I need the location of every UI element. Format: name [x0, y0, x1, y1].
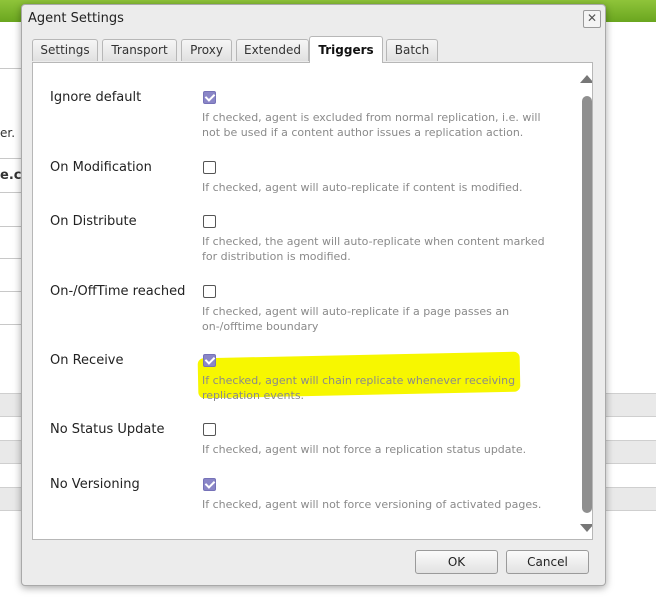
- description-line: for distribution is modified.: [202, 250, 351, 263]
- tab-label: Proxy: [190, 43, 223, 57]
- ignore-default-checkbox[interactable]: [203, 91, 216, 104]
- description-line: If checked, agent will not force a repli…: [202, 443, 527, 456]
- trigger-label: On Receive: [50, 353, 124, 368]
- scrollbar-thumb[interactable]: [582, 96, 592, 513]
- description-line: replication events.: [202, 389, 305, 402]
- dialog-title: Agent Settings: [28, 11, 124, 26]
- tab-transport[interactable]: Transport: [102, 39, 177, 61]
- on-modification-checkbox[interactable]: [203, 161, 216, 174]
- no-versioning-checkbox[interactable]: [203, 478, 216, 491]
- trigger-label: On Modification: [50, 160, 152, 175]
- description-line: If checked, agent is excluded from norma…: [202, 111, 541, 124]
- on-offtime-reached-checkbox[interactable]: [203, 285, 216, 298]
- trigger-label: No Status Update: [50, 422, 165, 437]
- tab-label: Extended: [244, 43, 301, 57]
- cancel-button[interactable]: Cancel: [506, 550, 589, 574]
- no-status-update-checkbox[interactable]: [203, 423, 216, 436]
- agent-settings-dialog: Agent Settings ✕ Settings Transport Prox…: [21, 4, 606, 586]
- close-icon: ✕: [586, 11, 598, 25]
- trigger-label: On Distribute: [50, 214, 137, 229]
- description-line: If checked, agent will not force version…: [202, 498, 542, 511]
- tab-label: Triggers: [318, 43, 374, 57]
- trigger-description: If checked, agent will auto-replicate if…: [202, 180, 552, 195]
- description-line: If checked, the agent will auto-replicat…: [202, 235, 545, 248]
- description-line: If checked, agent will chain replicate w…: [202, 374, 516, 387]
- tab-extended[interactable]: Extended: [236, 39, 309, 61]
- scroll-up-arrow-icon[interactable]: [580, 75, 592, 83]
- trigger-description: If checked, agent is excluded from norma…: [202, 110, 552, 140]
- trigger-description: If checked, the agent will auto-replicat…: [202, 234, 552, 264]
- trigger-description: If checked, agent will not force version…: [202, 497, 552, 512]
- tab-label: Transport: [111, 43, 168, 57]
- tab-label: Batch: [394, 43, 430, 57]
- description-line: not be used if a content author issues a…: [202, 126, 524, 139]
- tab-proxy[interactable]: Proxy: [181, 39, 232, 61]
- scroll-down-arrow-icon[interactable]: [580, 524, 592, 532]
- trigger-label: No Versioning: [50, 477, 140, 492]
- description-line: If checked, agent will auto-replicate if…: [202, 305, 510, 318]
- ok-button[interactable]: OK: [415, 550, 498, 574]
- trigger-label: Ignore default: [50, 90, 142, 105]
- trigger-description: If checked, agent will not force a repli…: [202, 442, 552, 457]
- close-button[interactable]: ✕: [583, 10, 601, 28]
- on-distribute-checkbox[interactable]: [203, 215, 216, 228]
- triggers-panel: Ignore default If checked, agent is excl…: [32, 62, 593, 540]
- tab-batch[interactable]: Batch: [386, 39, 438, 61]
- on-receive-checkbox[interactable]: [203, 354, 216, 367]
- description-line: on-/offtime boundary: [202, 320, 319, 333]
- background-text-fragment: e.c: [0, 168, 22, 183]
- tab-label: Settings: [40, 43, 90, 57]
- trigger-label: On-/OffTime reached: [50, 284, 186, 299]
- tab-triggers[interactable]: Triggers: [309, 36, 383, 63]
- description-line: If checked, agent will auto-replicate if…: [202, 181, 523, 194]
- background-text-fragment: er.: [0, 126, 16, 140]
- tab-settings[interactable]: Settings: [32, 39, 98, 61]
- trigger-description: If checked, agent will chain replicate w…: [202, 373, 552, 403]
- trigger-description: If checked, agent will auto-replicate if…: [202, 304, 552, 334]
